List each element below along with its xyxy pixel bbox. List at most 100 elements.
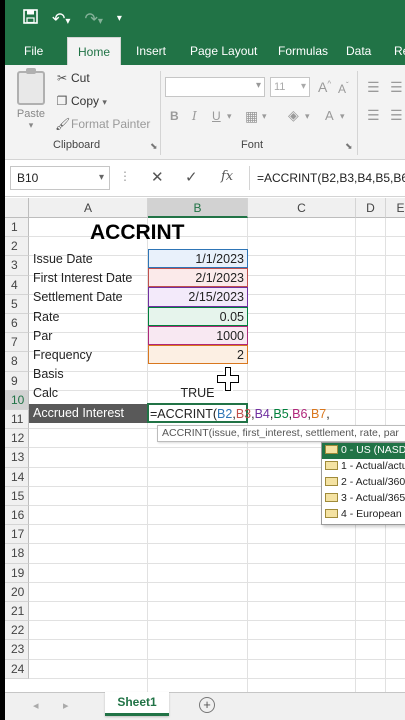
basis-option-4[interactable]: 4 - European — [322, 507, 405, 523]
font-size-box[interactable]: 11 ▾ — [270, 77, 310, 97]
row-header[interactable]: 2 — [5, 237, 29, 257]
copy-dropdown-icon[interactable]: ▾ — [102, 97, 107, 107]
label-basis[interactable]: Basis — [33, 365, 64, 384]
row-header[interactable]: 19 — [5, 563, 29, 583]
row-header[interactable]: 16 — [5, 506, 29, 526]
name-box[interactable]: B10 ▾ — [10, 166, 110, 190]
value-rate[interactable]: 0.05 — [148, 308, 247, 327]
cut-button[interactable]: ✂ Cut — [55, 71, 90, 85]
value-settlement-date[interactable]: 2/15/2023 — [148, 288, 247, 307]
row-header[interactable]: 17 — [5, 525, 29, 545]
row-header[interactable]: 13 — [5, 448, 29, 468]
column-header-c[interactable]: C — [248, 198, 356, 218]
value-par[interactable]: 1000 — [148, 327, 247, 346]
format-painter-button[interactable]: 🖌Format Painter — [55, 117, 150, 131]
basis-option-1[interactable]: 1 - Actual/actual — [322, 459, 405, 475]
add-sheet-icon[interactable]: + — [199, 697, 215, 713]
value-first-interest-date[interactable]: 2/1/2023 — [148, 269, 247, 288]
label-settlement-date[interactable]: Settlement Date — [33, 288, 123, 307]
row-header[interactable]: 20 — [5, 582, 29, 602]
label-issue-date[interactable]: Issue Date — [33, 250, 93, 269]
value-frequency[interactable]: 2 — [148, 346, 247, 365]
column-header-e[interactable]: E — [386, 198, 405, 218]
label-rate[interactable]: Rate — [33, 308, 59, 327]
row-header[interactable]: 18 — [5, 544, 29, 564]
row-header[interactable]: 5 — [5, 294, 29, 314]
font-color-icon[interactable]: A — [325, 108, 334, 123]
sheet-title-cell[interactable]: ACCRINT — [90, 221, 185, 245]
clipboard-launcher-icon[interactable]: ⬊ — [150, 141, 158, 152]
row-header[interactable]: 3 — [5, 256, 29, 276]
underline-icon[interactable]: U — [212, 109, 221, 123]
row-header[interactable]: 4 — [5, 275, 29, 295]
row-header[interactable]: 14 — [5, 467, 29, 487]
row-header[interactable]: 11 — [5, 410, 29, 430]
row-header[interactable]: 8 — [5, 352, 29, 372]
basis-option-0[interactable]: 0 - US (NASD) — [322, 443, 405, 459]
sheet-tab-sheet1[interactable]: Sheet1 — [105, 692, 169, 716]
bold-icon[interactable]: B — [170, 109, 179, 123]
name-box-dropdown-icon[interactable]: ▾ — [99, 167, 104, 189]
label-accrued-interest[interactable]: Accrued Interest — [29, 403, 148, 423]
insert-function-icon[interactable]: fx — [221, 169, 233, 184]
column-header-a[interactable]: A — [29, 198, 148, 218]
edit-cell-formula[interactable]: =ACCRINT(B2,B3,B4,B5,B6,B7, — [150, 406, 330, 422]
column-header-b[interactable]: B — [148, 198, 248, 218]
label-frequency[interactable]: Frequency — [33, 346, 92, 365]
worksheet-grid[interactable]: A B C D E 1 2 3 4 5 6 7 8 9 10 11 12 13 14 15 16 17 18 19 2… — [5, 198, 405, 692]
tab-page-layout[interactable]: Page Layout — [190, 37, 257, 65]
row-header[interactable]: 9 — [5, 371, 29, 391]
row-header[interactable]: 12 — [5, 429, 29, 449]
column-header-d[interactable]: D — [356, 198, 386, 218]
tab-file[interactable]: File — [24, 37, 43, 65]
scroll-right-icon[interactable]: ▸ — [63, 699, 69, 712]
tab-insert[interactable]: Insert — [136, 37, 166, 65]
paste-button[interactable]: Paste ▾ — [13, 68, 49, 131]
row-header[interactable]: 6 — [5, 314, 29, 334]
label-calc[interactable]: Calc — [33, 384, 58, 403]
align-left-icon[interactable]: ☰ — [367, 107, 380, 124]
undo-icon[interactable]: ↶▾ — [52, 9, 70, 29]
label-par[interactable]: Par — [33, 327, 52, 346]
function-tooltip[interactable]: ACCRINT(issue, first_interest, settlemen… — [157, 425, 405, 442]
save-icon[interactable] — [23, 8, 38, 29]
tab-home[interactable]: Home — [67, 37, 122, 65]
row-header[interactable]: 1 — [5, 218, 29, 238]
underline-dropdown-icon[interactable]: ▾ — [227, 111, 232, 122]
tab-formulas[interactable]: Formulas — [278, 37, 328, 65]
align-middle-icon[interactable]: ☰ — [390, 79, 403, 96]
align-center-icon[interactable]: ☰ — [390, 107, 403, 124]
edit-cell-b10[interactable]: =ACCRINT(B2,B3,B4,B5,B6,B7, — [147, 403, 330, 423]
value-issue-date[interactable]: 1/1/2023 — [148, 250, 247, 269]
select-all-corner[interactable] — [5, 198, 29, 218]
row-header[interactable]: 15 — [5, 486, 29, 506]
row-header[interactable]: 7 — [5, 333, 29, 353]
redo-icon[interactable]: ↷▾ — [84, 9, 102, 29]
row-header[interactable]: 24 — [5, 659, 29, 679]
row-header[interactable]: 21 — [5, 602, 29, 622]
font-color-dropdown-icon[interactable]: ▾ — [340, 111, 345, 122]
copy-button[interactable]: ❐ Copy ▾ — [55, 94, 107, 108]
borders-icon[interactable]: ▦ — [245, 108, 258, 125]
row-header[interactable]: 22 — [5, 621, 29, 641]
row-header[interactable]: 23 — [5, 640, 29, 660]
cancel-icon[interactable]: ✕ — [151, 168, 164, 186]
label-first-interest-date[interactable]: First Interest Date — [33, 269, 132, 288]
fill-color-dropdown-icon[interactable]: ▾ — [305, 111, 310, 122]
row-header[interactable]: 10 — [5, 390, 29, 410]
increase-font-icon[interactable]: A^ — [318, 79, 331, 95]
scroll-left-icon[interactable]: ◂ — [33, 699, 39, 712]
font-launcher-icon[interactable]: ⬊ — [345, 141, 353, 152]
tab-data[interactable]: Data — [346, 37, 371, 65]
paste-dropdown-icon[interactable]: ▾ — [13, 120, 49, 131]
font-name-box[interactable] — [165, 77, 265, 97]
fill-color-icon[interactable]: ◈ — [288, 107, 299, 124]
customize-toolbar-icon[interactable]: ▾ — [117, 13, 122, 24]
align-top-icon[interactable]: ☰ — [367, 79, 380, 96]
borders-dropdown-icon[interactable]: ▾ — [262, 111, 267, 122]
basis-option-2[interactable]: 2 - Actual/360 — [322, 475, 405, 491]
decrease-font-icon[interactable]: Aˇ — [338, 81, 349, 96]
basis-option-3[interactable]: 3 - Actual/365 — [322, 491, 405, 507]
formula-input[interactable]: =ACCRINT(B2,B3,B4,B5,B6 — [257, 171, 405, 185]
tab-review[interactable]: Re — [394, 37, 405, 65]
